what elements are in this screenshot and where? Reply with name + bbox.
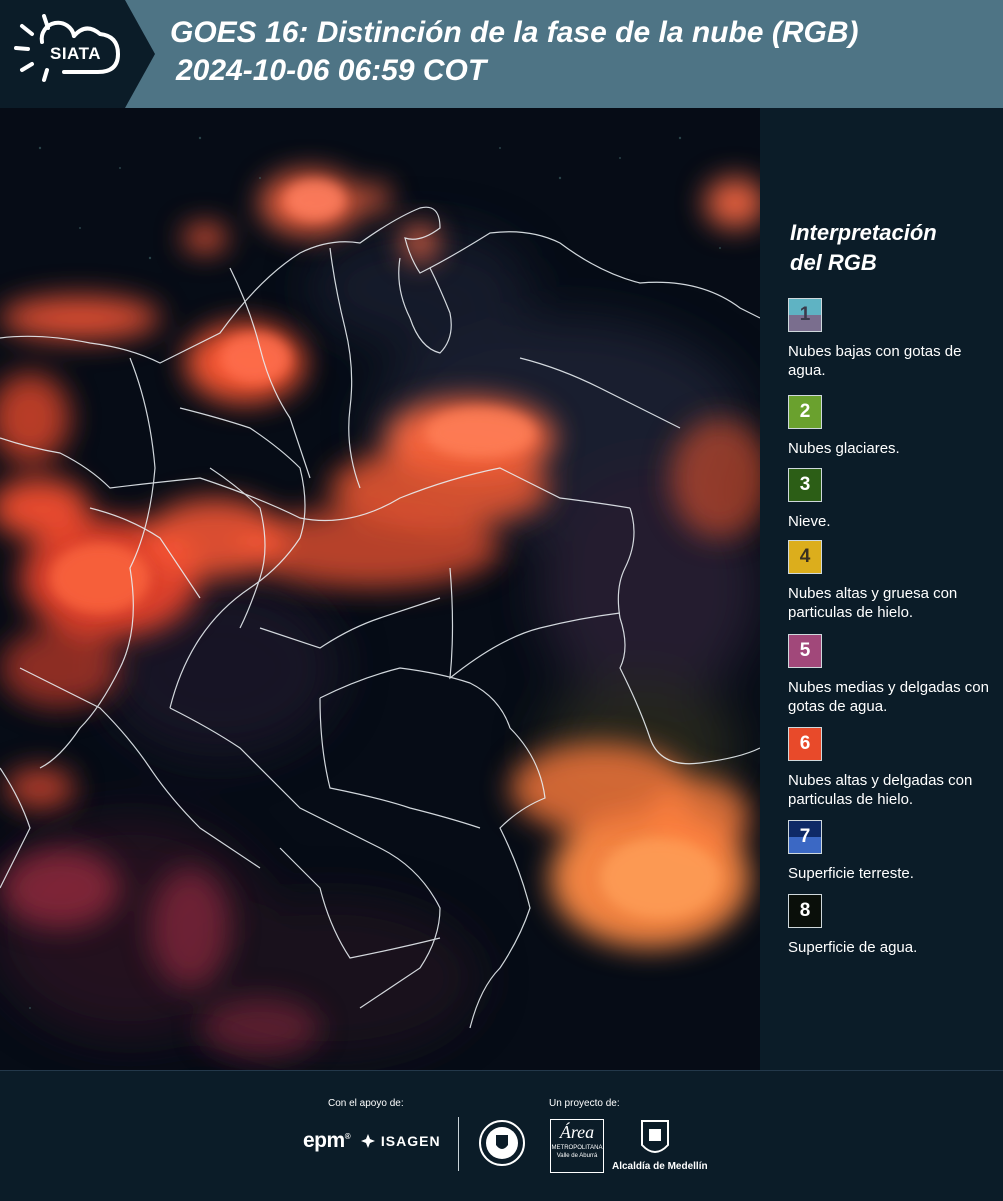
legend-item-7: 7 Superficie terreste.	[788, 820, 998, 883]
legend-number: 3	[799, 474, 811, 495]
header-bar: SIATA GOES 16: Distinción de la fase de …	[0, 0, 1003, 108]
page-title: GOES 16: Distinción de la fase de la nub…	[170, 14, 858, 90]
legend-label: Nieve.	[788, 513, 831, 530]
legend-number: 1	[799, 304, 811, 325]
legend-title-line-1: Interpretación	[790, 220, 937, 245]
legend-label: Nubes bajas con gotas de agua.	[788, 343, 962, 379]
alcaldia-shield	[640, 1119, 670, 1164]
legend-label: Nubes medias y delgadas con gotas de agu…	[788, 679, 989, 715]
legend-swatch-5: 5	[788, 634, 822, 668]
footer-divider	[458, 1117, 459, 1171]
seal-logo	[478, 1119, 526, 1172]
legend-swatch-7: 7	[788, 820, 822, 854]
legend-label: Nubes altas y delgadas con particulas de…	[788, 772, 973, 808]
legend-item-3: 3 Nieve.	[788, 468, 998, 531]
area-logo-subtitle: METROPOLITANA	[551, 1145, 603, 1151]
isagen-icon	[361, 1134, 375, 1148]
legend-item-6: 6 Nubes altas y delgadas con particulas …	[788, 727, 998, 809]
legend-label: Superficie terreste.	[788, 865, 914, 882]
legend-swatch-4: 4	[788, 540, 822, 574]
legend-number: 4	[799, 546, 811, 567]
legend-number: 2	[799, 401, 811, 422]
legend-panel: Interpretación del RGB 1 Nubes bajas con…	[760, 108, 1003, 1070]
alcaldia-text: Alcaldía de Medellín	[612, 1161, 708, 1172]
legend-number: 6	[799, 733, 811, 754]
legend-title-line-2: del RGB	[790, 250, 877, 275]
legend-number: 8	[799, 900, 811, 921]
isagen-logo: ISAGEN	[360, 1133, 441, 1149]
legend-label: Nubes altas y gruesa con particulas de h…	[788, 585, 958, 621]
satellite-map[interactable]	[0, 108, 760, 1070]
map-canvas	[0, 108, 760, 1070]
isagen-text: ISAGEN	[380, 1133, 441, 1149]
legend-item-1: 1 Nubes bajas con gotas de agua.	[788, 298, 998, 380]
epm-text: epm	[303, 1129, 345, 1152]
legend-swatch-8: 8	[788, 894, 822, 928]
legend-swatch-6: 6	[788, 727, 822, 761]
legend-label: Nubes glaciares.	[788, 440, 900, 457]
title-line-2: 2024-10-06 06:59 COT	[176, 54, 487, 87]
legend-label: Superficie de agua.	[788, 939, 918, 956]
siata-logo: SIATA	[0, 0, 155, 108]
support-label: Con el apoyo de:	[328, 1098, 404, 1109]
project-label: Un proyecto de:	[549, 1098, 620, 1109]
legend-swatch-1: 1	[788, 298, 822, 332]
legend-swatch-3: 3	[788, 468, 822, 502]
legend-number: 5	[799, 640, 811, 661]
municipal-seal-icon	[479, 1120, 525, 1166]
legend-item-5: 5 Nubes medias y delgadas con gotas de a…	[788, 634, 998, 716]
legend-swatch-2: 2	[788, 395, 822, 429]
epm-logo: epm®	[303, 1129, 351, 1152]
legend-number: 7	[799, 826, 811, 847]
area-logo-subtitle-2: Valle de Aburrá	[556, 1153, 598, 1159]
title-line-1: GOES 16: Distinción de la fase de la nub…	[170, 16, 859, 49]
legend-title: Interpretación del RGB	[790, 218, 990, 278]
shield-icon	[641, 1120, 669, 1153]
legend-item-2: 2 Nubes glaciares.	[788, 395, 998, 458]
area-metropolitana-logo: Área METROPOLITANA Valle de Aburrá	[550, 1119, 604, 1173]
logo-text: SIATA	[50, 44, 101, 63]
legend-item-4: 4 Nubes altas y gruesa con particulas de…	[788, 540, 998, 622]
footer: Con el apoyo de: Un proyecto de: epm® IS…	[0, 1070, 1003, 1201]
area-logo-text: Área	[559, 1122, 595, 1142]
legend-item-8: 8 Superficie de agua.	[788, 894, 998, 957]
